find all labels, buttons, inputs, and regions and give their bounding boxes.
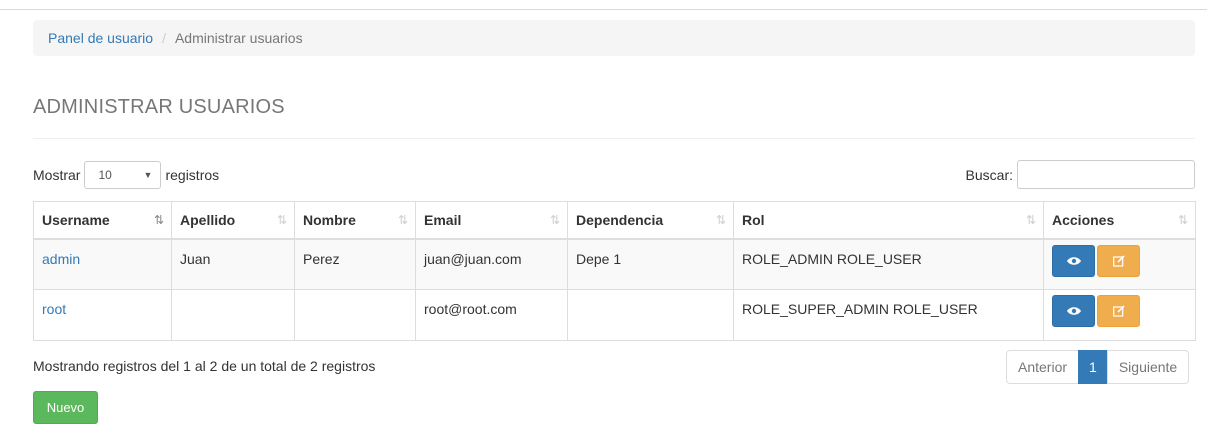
sort-icon: ⇅ [1177, 212, 1188, 227]
username-link[interactable]: root [42, 301, 66, 317]
column-header-label: Acciones [1052, 211, 1115, 228]
column-header-label: Dependencia [576, 211, 664, 228]
view-button[interactable] [1052, 295, 1095, 327]
cell-username: admin [33, 238, 172, 290]
pencil-icon [1112, 305, 1125, 317]
cell-rol: ROLE_ADMIN ROLE_USER [733, 238, 1044, 290]
cell-dependencia: Depe 1 [567, 238, 734, 290]
table-header-row: Username ⇅ Apellido ⇅ Nombre ⇅ Email ⇅ Depen… [33, 201, 1196, 240]
edit-button[interactable] [1097, 244, 1140, 277]
search-input[interactable] [1017, 160, 1195, 189]
eye-icon [1066, 307, 1081, 315]
top-divider [0, 9, 1207, 10]
column-header-label: Apellido [180, 211, 236, 228]
pagination-previous[interactable]: Anterior [1006, 350, 1080, 384]
column-header-label: Nombre [303, 211, 356, 228]
cell-email: juan@juan.com [415, 238, 568, 290]
username-link[interactable]: admin [42, 251, 80, 267]
cell-apellido: Juan [171, 238, 295, 290]
cell-dependencia [567, 289, 734, 341]
sort-asc-icon: ⇅ [153, 212, 164, 227]
search-label: Buscar: [965, 166, 1013, 183]
breadcrumb: Panel de usuario / Administrar usuarios [33, 20, 1195, 56]
sort-icon: ⇅ [549, 212, 560, 227]
breadcrumb-current: Administrar usuarios [174, 30, 303, 46]
column-header-dependencia[interactable]: Dependencia ⇅ [567, 201, 734, 240]
eye-icon [1066, 256, 1081, 265]
page-length-control: Mostrar 10 ▼ registros [33, 161, 219, 189]
breadcrumb-home-link[interactable]: Panel de usuario [48, 30, 153, 46]
cell-email: root@root.com [415, 289, 568, 341]
cell-actions [1043, 238, 1196, 290]
column-header-email[interactable]: Email ⇅ [415, 201, 568, 240]
title-divider [33, 138, 1195, 139]
breadcrumb-separator: / [162, 30, 166, 46]
column-header-label: Rol [742, 211, 765, 228]
cell-apellido [171, 289, 295, 341]
length-label-after: registros [165, 167, 220, 183]
cell-username: root [33, 289, 172, 341]
table-info-text: Mostrando registros del 1 al 2 de un tot… [33, 358, 376, 374]
column-header-label: Username [42, 211, 110, 228]
cell-nombre: Perez [294, 238, 416, 290]
column-header-label: Email [424, 211, 462, 228]
cell-rol: ROLE_SUPER_ADMIN ROLE_USER [733, 289, 1044, 341]
users-table: Username ⇅ Apellido ⇅ Nombre ⇅ Email ⇅ Depen… [33, 201, 1196, 341]
length-label-before: Mostrar [33, 167, 81, 183]
new-user-button[interactable]: Nuevo [33, 391, 98, 424]
cell-nombre [294, 289, 416, 341]
view-button[interactable] [1052, 244, 1095, 277]
chevron-down-icon: ▼ [143, 170, 153, 180]
column-header-nombre[interactable]: Nombre ⇅ [294, 201, 416, 240]
page-title: ADMINISTRAR USUARIOS [33, 96, 285, 118]
table-row: root root@root.com ROLE_SUPER_ADMIN ROLE… [33, 289, 1196, 341]
sort-icon: ⇅ [397, 212, 408, 227]
table-row: admin Juan Perez juan@juan.com Depe 1 RO… [33, 238, 1196, 290]
pencil-icon [1112, 254, 1125, 267]
sort-icon: ⇅ [276, 212, 287, 227]
pagination-page-current[interactable]: 1 [1078, 350, 1108, 384]
sort-icon: ⇅ [715, 212, 726, 227]
sort-icon: ⇅ [1025, 212, 1036, 227]
column-header-apellido[interactable]: Apellido ⇅ [171, 201, 295, 240]
pagination-next[interactable]: Siguiente [1106, 350, 1190, 384]
column-header-username[interactable]: Username ⇅ [33, 201, 172, 240]
pagination: Anterior 1 Siguiente [1006, 350, 1190, 384]
cell-actions [1043, 289, 1196, 341]
page-length-select[interactable]: 10 ▼ [84, 161, 162, 189]
search-control: Buscar: [966, 160, 1195, 189]
page-length-value: 10 [98, 168, 112, 182]
column-header-rol[interactable]: Rol ⇅ [733, 201, 1044, 240]
edit-button[interactable] [1097, 295, 1140, 327]
column-header-acciones[interactable]: Acciones ⇅ [1043, 201, 1196, 240]
